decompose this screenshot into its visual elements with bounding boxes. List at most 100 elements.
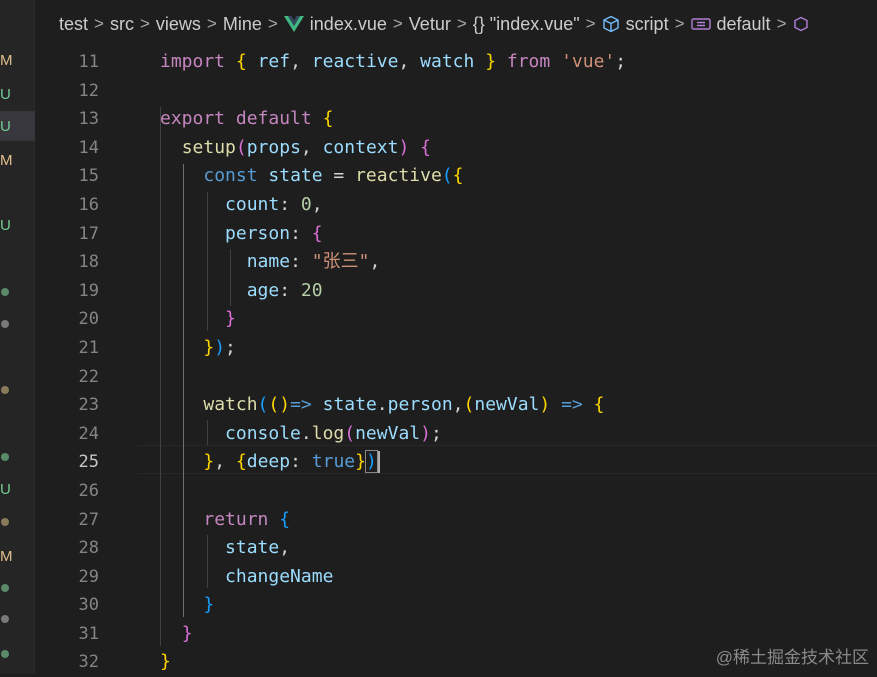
- git-status-letter[interactable]: U: [0, 217, 14, 234]
- code-line[interactable]: import { ref, reactive, watch } from 'vu…: [160, 48, 877, 77]
- git-status-letter[interactable]: M: [0, 548, 14, 565]
- breadcrumb-separator: >: [139, 14, 150, 33]
- code-editor[interactable]: import { ref, reactive, watch } from 'vu…: [160, 48, 877, 677]
- code-line[interactable]: count: 0,: [160, 191, 877, 220]
- code-token: .: [376, 394, 388, 416]
- line-number: 15: [78, 166, 99, 187]
- code-token: newVal: [474, 394, 540, 416]
- line-number: 30: [78, 595, 99, 616]
- code-token: ): [214, 336, 226, 358]
- code-line[interactable]: age: 20: [160, 277, 877, 306]
- breadcrumb-item-views[interactable]: views: [156, 14, 201, 35]
- line-number: 29: [78, 566, 99, 587]
- code-token: :: [290, 251, 312, 273]
- code-line[interactable]: const state = reactive({: [160, 162, 877, 191]
- breadcrumb-item-script[interactable]: script: [626, 14, 669, 35]
- code-line[interactable]: [160, 77, 877, 106]
- code-token: }: [485, 51, 497, 72]
- code-token: name: [246, 251, 291, 273]
- line-number-gutter: 11 12 13 14 15 16 17 18 19 20 21 22 23 24 25 26 27 28 29 30…: [35, 48, 105, 677]
- status-dot: [1, 320, 9, 328]
- code-token: props: [246, 136, 301, 158]
- code-token: ;: [225, 336, 236, 358]
- code-token: ): [398, 136, 410, 158]
- git-status-letter[interactable]: M: [0, 152, 14, 169]
- code-line[interactable]: person: {: [160, 220, 877, 249]
- code-token: reactive: [355, 165, 442, 187]
- code-line[interactable]: }: [160, 305, 877, 334]
- code-line[interactable]: }, {deep: true}): [160, 448, 877, 477]
- status-dot: [1, 453, 9, 461]
- breadcrumb-item-src[interactable]: src: [110, 14, 134, 35]
- code-token: ,: [279, 537, 291, 559]
- code-token: ,: [369, 251, 381, 273]
- code-line[interactable]: changeName: [160, 563, 877, 592]
- breadcrumb-item-mine[interactable]: Mine: [223, 14, 262, 35]
- code-line[interactable]: [160, 363, 877, 392]
- code-line[interactable]: }: [160, 591, 877, 620]
- code-token: }: [203, 594, 215, 616]
- code-token: count: [225, 193, 280, 215]
- git-status-letter[interactable]: U: [0, 118, 14, 135]
- code-token: :: [290, 451, 312, 473]
- status-dot: [1, 386, 9, 394]
- code-line[interactable]: [160, 477, 877, 506]
- code-token: (: [441, 165, 453, 187]
- code-line[interactable]: });: [160, 334, 877, 363]
- code-token: default: [235, 108, 312, 130]
- line-number: 19: [78, 280, 99, 301]
- breadcrumb: test > src > views > Mine > index.vue > …: [35, 0, 877, 48]
- line-number: 27: [78, 509, 99, 530]
- code-token: }: [225, 308, 236, 330]
- line-number: 16: [78, 194, 99, 215]
- code-token: changeName: [225, 565, 334, 587]
- code-token: ,: [398, 51, 421, 72]
- breadcrumb-item-module[interactable]: {} "index.vue": [473, 14, 580, 35]
- code-token: ;: [615, 51, 627, 72]
- breadcrumb-separator: >: [456, 14, 467, 33]
- code-token: age: [246, 279, 280, 301]
- code-token: deep: [246, 451, 291, 473]
- code-line[interactable]: state,: [160, 534, 877, 563]
- code-token: {: [420, 136, 431, 158]
- git-status-letter[interactable]: U: [0, 86, 14, 103]
- variable-icon: [690, 18, 711, 30]
- git-status-strip: M U U M U U M: [0, 0, 35, 674]
- code-line[interactable]: setup(props, context) {: [160, 134, 877, 163]
- breadcrumb-separator: >: [585, 14, 596, 33]
- code-token: (: [257, 394, 269, 416]
- code-token: .: [300, 422, 312, 444]
- git-status-letter[interactable]: U: [0, 481, 14, 498]
- line-number: 22: [78, 366, 99, 387]
- breadcrumb-item-default[interactable]: default: [717, 14, 771, 35]
- code-line[interactable]: return {: [160, 506, 877, 535]
- code-token: {: [593, 394, 605, 416]
- breadcrumb-item-vetur[interactable]: Vetur: [409, 14, 451, 35]
- breadcrumb-separator: >: [206, 14, 217, 33]
- code-line[interactable]: watch(()=> state.person,(newVal) => {: [160, 391, 877, 420]
- code-token: ref: [257, 51, 291, 72]
- code-token: const: [203, 165, 258, 187]
- code-token: }: [203, 336, 215, 358]
- breadcrumb-item-test[interactable]: test: [59, 14, 88, 35]
- git-status-letter[interactable]: M: [0, 52, 14, 69]
- code-line[interactable]: export default {: [160, 105, 877, 134]
- code-token: =: [322, 165, 356, 187]
- code-line[interactable]: name: "张三",: [160, 248, 877, 277]
- code-token: (: [235, 136, 247, 158]
- code-token: (): [268, 394, 291, 416]
- code-token: :: [290, 222, 312, 244]
- code-line[interactable]: console.log(newVal);: [160, 420, 877, 449]
- breadcrumb-item-file[interactable]: index.vue: [310, 14, 387, 35]
